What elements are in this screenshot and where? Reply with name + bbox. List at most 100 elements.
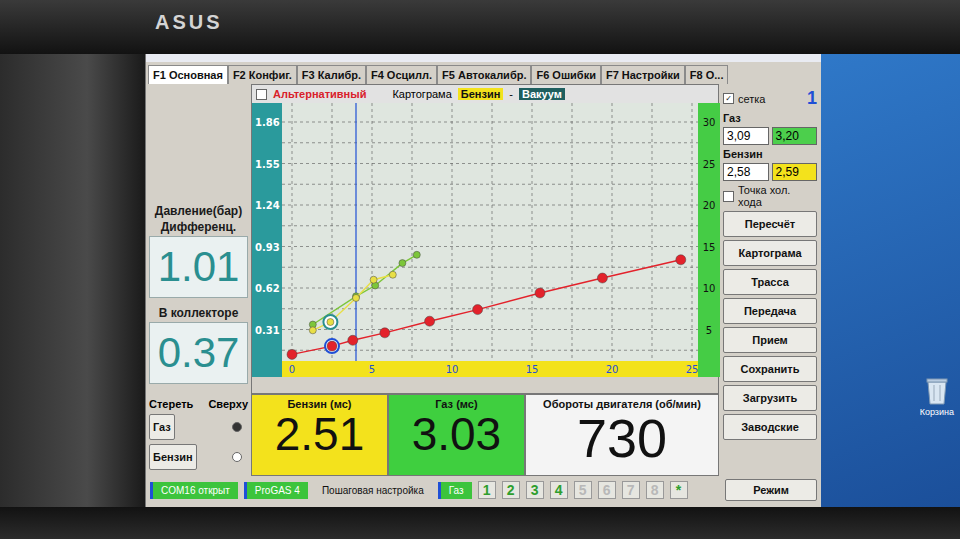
erase-button[interactable]: Газ bbox=[149, 414, 175, 440]
action-button[interactable]: Картограма bbox=[723, 240, 817, 266]
left-tick: 1.55 bbox=[255, 159, 280, 170]
series-line bbox=[292, 260, 681, 355]
tab[interactable]: F4 Осцилл. bbox=[366, 65, 437, 84]
readout-value: 2.51 bbox=[275, 410, 365, 458]
left-tick: 0.62 bbox=[255, 283, 280, 294]
data-point[interactable] bbox=[353, 294, 360, 301]
data-point[interactable] bbox=[370, 276, 377, 283]
manifold-gauge: В коллекторе0.37 bbox=[149, 306, 248, 384]
readout-value: 3.03 bbox=[412, 410, 502, 458]
grid-line bbox=[282, 267, 698, 268]
tab[interactable]: F7 Настройки bbox=[601, 65, 685, 84]
star-button[interactable]: * bbox=[670, 481, 688, 499]
gas-field[interactable]: 3,09 bbox=[723, 127, 769, 145]
step-button[interactable]: 7 bbox=[622, 481, 640, 499]
data-point[interactable] bbox=[676, 255, 686, 265]
action-button[interactable]: Загрузить bbox=[723, 385, 817, 411]
laptop-bezel: ASUS bbox=[0, 0, 960, 54]
action-button[interactable]: Прием bbox=[723, 327, 817, 353]
tab[interactable]: F3 Калибр. bbox=[297, 65, 366, 84]
action-button[interactable]: Сохранить bbox=[723, 356, 817, 382]
page-number: 1 bbox=[807, 88, 817, 109]
data-point[interactable] bbox=[309, 327, 316, 334]
status-item: COM16 открыт bbox=[150, 482, 238, 499]
alternative-label: Альтернативный bbox=[273, 88, 366, 100]
left-tick: 1.86 bbox=[255, 117, 280, 128]
status-item: Пошаговая настройка bbox=[314, 482, 432, 499]
step-button[interactable]: 2 bbox=[502, 481, 520, 499]
data-point[interactable] bbox=[327, 341, 337, 351]
data-point[interactable] bbox=[389, 271, 396, 278]
bottom-axis bbox=[282, 361, 698, 377]
pressure-gauge: Давление(бар)Дифференц.1.01 bbox=[149, 204, 248, 298]
tab[interactable]: F1 Основная bbox=[148, 65, 228, 84]
action-button[interactable]: Заводские bbox=[723, 414, 817, 440]
grid-line bbox=[532, 103, 533, 361]
control-panel: ✓сетка1Газ3,093,20Бензин2,582,59Точка хо… bbox=[719, 84, 821, 476]
data-point[interactable] bbox=[327, 319, 334, 326]
tab[interactable]: F5 Автокалибр. bbox=[437, 65, 531, 84]
action-button[interactable]: Трасса bbox=[723, 269, 817, 295]
action-button[interactable]: Пересчёт bbox=[723, 211, 817, 237]
step-button[interactable]: 5 bbox=[574, 481, 592, 499]
left-tick: 0.31 bbox=[255, 325, 280, 336]
data-point[interactable] bbox=[413, 251, 420, 258]
data-point[interactable] bbox=[399, 260, 406, 267]
cursor-line[interactable] bbox=[355, 103, 356, 361]
tab[interactable]: F8 О... bbox=[685, 65, 729, 84]
idle-checkbox-row[interactable]: Точка хол. хода bbox=[723, 184, 817, 208]
data-point[interactable] bbox=[597, 273, 607, 283]
step-button[interactable]: 3 bbox=[526, 481, 544, 499]
recycle-bin[interactable]: Корзина bbox=[920, 377, 954, 417]
mode-button[interactable]: Режим bbox=[725, 479, 817, 501]
calibration-chart[interactable]: 1.861.551.240.930.620.313025201510505101… bbox=[252, 103, 720, 377]
step-button[interactable]: 4 bbox=[550, 481, 568, 499]
grid-line bbox=[572, 103, 573, 361]
title-bar bbox=[146, 54, 821, 62]
left-tick: 1.24 bbox=[255, 200, 280, 211]
grid-line bbox=[282, 246, 698, 247]
step-button[interactable]: 1 bbox=[478, 481, 496, 499]
step-button[interactable]: 8 bbox=[646, 481, 664, 499]
grid-line bbox=[412, 103, 413, 361]
readout-label: Обороты двигателя (об/мин) bbox=[543, 398, 701, 410]
status-item: ProGAS 4 bbox=[244, 482, 308, 499]
page: ASUS F1 ОсновнаяF2 Конфиг.F3 Калибр.F4 Ос… bbox=[0, 0, 960, 539]
grid-checkbox[interactable]: ✓ bbox=[723, 93, 734, 104]
brand-logo: ASUS bbox=[155, 11, 223, 34]
petrol-field[interactable]: 2,58 bbox=[723, 163, 769, 181]
readout-label: Бензин (мс) bbox=[287, 398, 351, 410]
radio[interactable] bbox=[232, 422, 242, 432]
data-point[interactable] bbox=[380, 328, 390, 338]
action-button[interactable]: Передача bbox=[723, 298, 817, 324]
selected-point-ring bbox=[323, 315, 337, 329]
tab[interactable]: F2 Конфиг. bbox=[228, 65, 297, 84]
data-point[interactable] bbox=[425, 316, 435, 326]
data-point[interactable] bbox=[473, 305, 483, 315]
right-tick: 30 bbox=[703, 117, 716, 128]
left-tick: 0.93 bbox=[255, 242, 280, 253]
tab[interactable]: F6 Ошибки bbox=[531, 65, 600, 84]
petrol-label: Бензин bbox=[723, 148, 817, 160]
data-point[interactable] bbox=[287, 349, 297, 359]
data-point[interactable] bbox=[348, 335, 358, 345]
grid-line bbox=[492, 103, 493, 361]
petrol-fields: 2,582,59 bbox=[723, 163, 817, 181]
recycle-bin-icon[interactable] bbox=[925, 377, 949, 405]
grid-line bbox=[282, 142, 698, 143]
gauge-label: Дифференц. bbox=[149, 220, 248, 234]
grid-line bbox=[692, 103, 693, 361]
grid-line bbox=[282, 184, 698, 185]
tab-bar: F1 ОсновнаяF2 Конфиг.F3 Калибр.F4 Осцилл… bbox=[146, 62, 821, 84]
fuel-chip: Бензин bbox=[458, 88, 504, 100]
data-point[interactable] bbox=[535, 288, 545, 298]
erase-button[interactable]: Бензин bbox=[149, 444, 197, 470]
petrol-field[interactable]: 2,59 bbox=[772, 163, 818, 181]
step-button[interactable]: 6 bbox=[598, 481, 616, 499]
alternative-checkbox[interactable] bbox=[256, 89, 267, 100]
radio[interactable] bbox=[232, 452, 242, 462]
grid-checkbox-row[interactable]: ✓сетка1 bbox=[723, 88, 817, 109]
gas-field[interactable]: 3,20 bbox=[772, 127, 818, 145]
grid-line bbox=[282, 350, 698, 351]
idle-checkbox[interactable] bbox=[723, 191, 734, 202]
